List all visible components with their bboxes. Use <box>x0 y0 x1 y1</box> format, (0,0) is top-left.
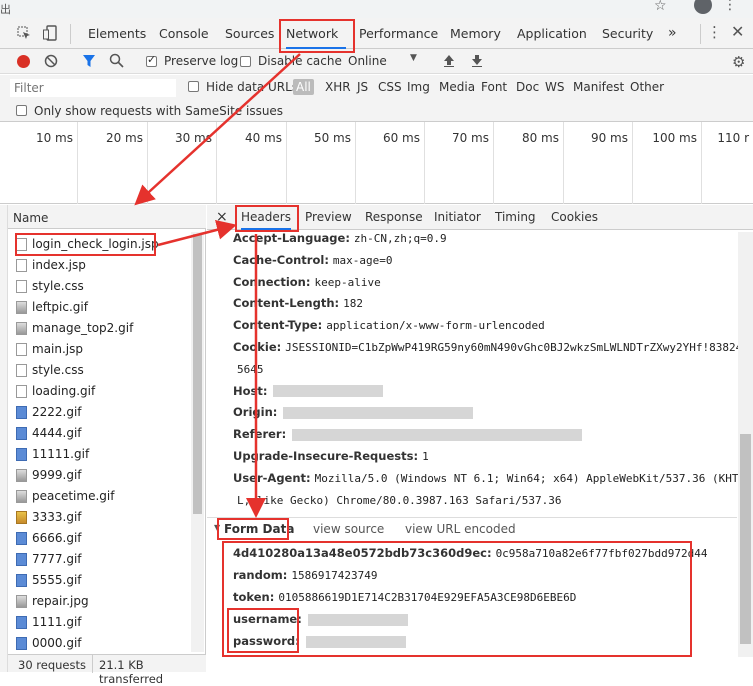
arrow-request-to-headers <box>157 220 237 247</box>
arrow-network-to-list <box>134 53 301 206</box>
annotation-arrows <box>134 53 301 518</box>
